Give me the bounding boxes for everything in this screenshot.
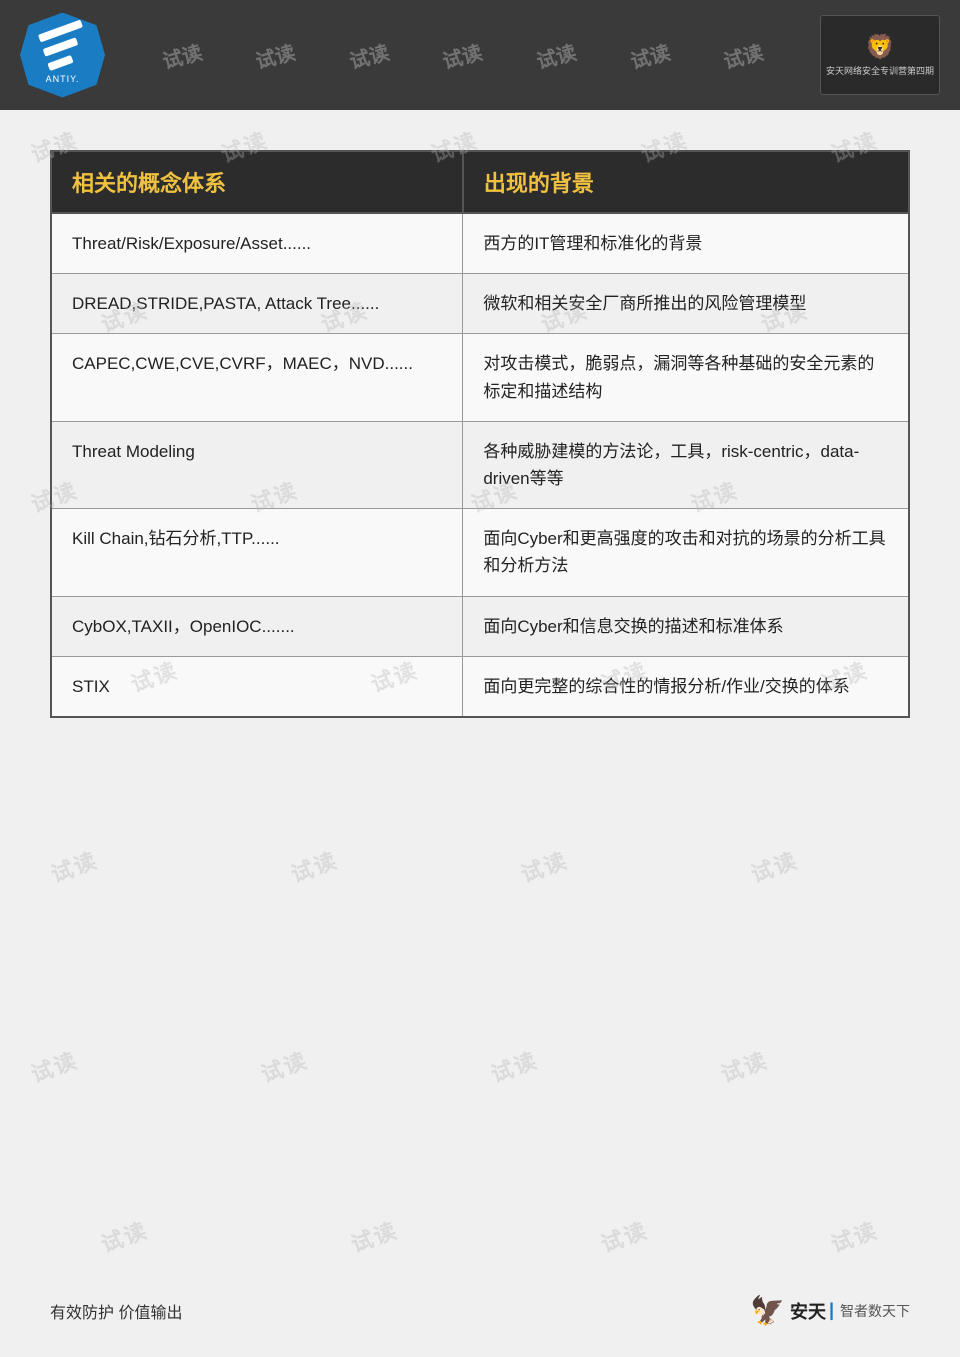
table-row: CybOX,TAXII，OpenIOC.......面向Cyber和信息交换的描… — [51, 596, 909, 656]
table-cell-left: Threat/Risk/Exposure/Asset...... — [51, 213, 463, 274]
wm-29: 试读 — [826, 1213, 882, 1259]
table-cell-right: 面向Cyber和信息交换的描述和标准体系 — [463, 596, 909, 656]
wm-27: 试读 — [346, 1213, 402, 1259]
header: ANTIY. 试读 试读 试读 试读 试读 试读 试读 🦁 安天网络安全专训营第… — [0, 0, 960, 110]
header-wm-6: 试读 — [627, 36, 673, 74]
table-cell-right: 对攻击模式，脆弱点，漏洞等各种基础的安全元素的标定和描述结构 — [463, 334, 909, 421]
table-cell-right: 面向Cyber和更高强度的攻击和对抗的场景的分析工具和分析方法 — [463, 509, 909, 596]
footer-divider: | — [829, 1300, 834, 1321]
wm-28: 试读 — [596, 1213, 652, 1259]
antiy-logo: ANTIY. — [20, 13, 105, 98]
table-cell-right: 微软和相关安全厂商所推出的风险管理模型 — [463, 274, 909, 334]
table-row: CAPEC,CWE,CVE,CVRF，MAEC，NVD......对攻击模式，脆… — [51, 334, 909, 421]
table-cell-left: Threat Modeling — [51, 421, 463, 508]
header-wm-3: 试读 — [346, 36, 392, 74]
table-row: Threat Modeling各种威胁建模的方法论，工具，risk-centri… — [51, 421, 909, 508]
wm-22: 试读 — [26, 1043, 82, 1089]
table-row: DREAD,STRIDE,PASTA, Attack Tree......微软和… — [51, 274, 909, 334]
wm-25: 试读 — [716, 1043, 772, 1089]
right-logo-text: 安天网络安全专训营第四期 — [826, 65, 934, 78]
wm-26: 试读 — [96, 1213, 152, 1259]
table-row: Threat/Risk/Exposure/Asset......西方的IT管理和… — [51, 213, 909, 274]
wm-19: 试读 — [286, 843, 342, 889]
footer-antiy-text: 安天 — [790, 1298, 826, 1324]
wm-24: 试读 — [486, 1043, 542, 1089]
main-content: 相关的概念体系 出现的背景 Threat/Risk/Exposure/Asset… — [0, 110, 960, 758]
footer: 有效防护 价值输出 🦅 安天 | 智者数天下 — [50, 1294, 910, 1327]
header-wm-5: 试读 — [533, 36, 579, 74]
table-cell-right: 各种威胁建模的方法论，工具，risk-centric，data-driven等等 — [463, 421, 909, 508]
header-wm-1: 试读 — [159, 36, 205, 74]
table-cell-left: Kill Chain,钻石分析,TTP...... — [51, 509, 463, 596]
col1-header: 相关的概念体系 — [51, 151, 463, 213]
footer-sub-text: 智者数天下 — [840, 1301, 910, 1321]
wm-18: 试读 — [46, 843, 102, 889]
header-watermarks: 试读 试读 试读 试读 试读 试读 试读 — [105, 41, 820, 70]
wm-21: 试读 — [746, 843, 802, 889]
wm-23: 试读 — [256, 1043, 312, 1089]
footer-bird-icon: 🦅 — [750, 1294, 785, 1327]
table-cell-left: STIX — [51, 656, 463, 717]
table-cell-right: 面向更完整的综合性的情报分析/作业/交换的体系 — [463, 656, 909, 717]
footer-logo: 🦅 安天 | 智者数天下 — [750, 1294, 910, 1327]
footer-tagline: 有效防护 价值输出 — [50, 1299, 182, 1323]
right-logo-icon: 🦁 — [865, 33, 895, 62]
header-wm-7: 试读 — [720, 36, 766, 74]
logo-antiy-text: ANTIY. — [46, 74, 80, 84]
wm-20: 试读 — [516, 843, 572, 889]
logo-stripe-3 — [47, 54, 73, 70]
concept-table: 相关的概念体系 出现的背景 Threat/Risk/Exposure/Asset… — [50, 150, 910, 718]
table-cell-left: CAPEC,CWE,CVE,CVRF，MAEC，NVD...... — [51, 334, 463, 421]
table-cell-right: 西方的IT管理和标准化的背景 — [463, 213, 909, 274]
logo-stripes — [38, 27, 88, 72]
col2-header: 出现的背景 — [463, 151, 909, 213]
table-row: STIX面向更完整的综合性的情报分析/作业/交换的体系 — [51, 656, 909, 717]
table-cell-left: CybOX,TAXII，OpenIOC....... — [51, 596, 463, 656]
header-right-logo: 🦁 安天网络安全专训营第四期 — [820, 15, 940, 95]
table-row: Kill Chain,钻石分析,TTP......面向Cyber和更高强度的攻击… — [51, 509, 909, 596]
header-wm-2: 试读 — [252, 36, 298, 74]
table-cell-left: DREAD,STRIDE,PASTA, Attack Tree...... — [51, 274, 463, 334]
header-wm-4: 试读 — [439, 36, 485, 74]
